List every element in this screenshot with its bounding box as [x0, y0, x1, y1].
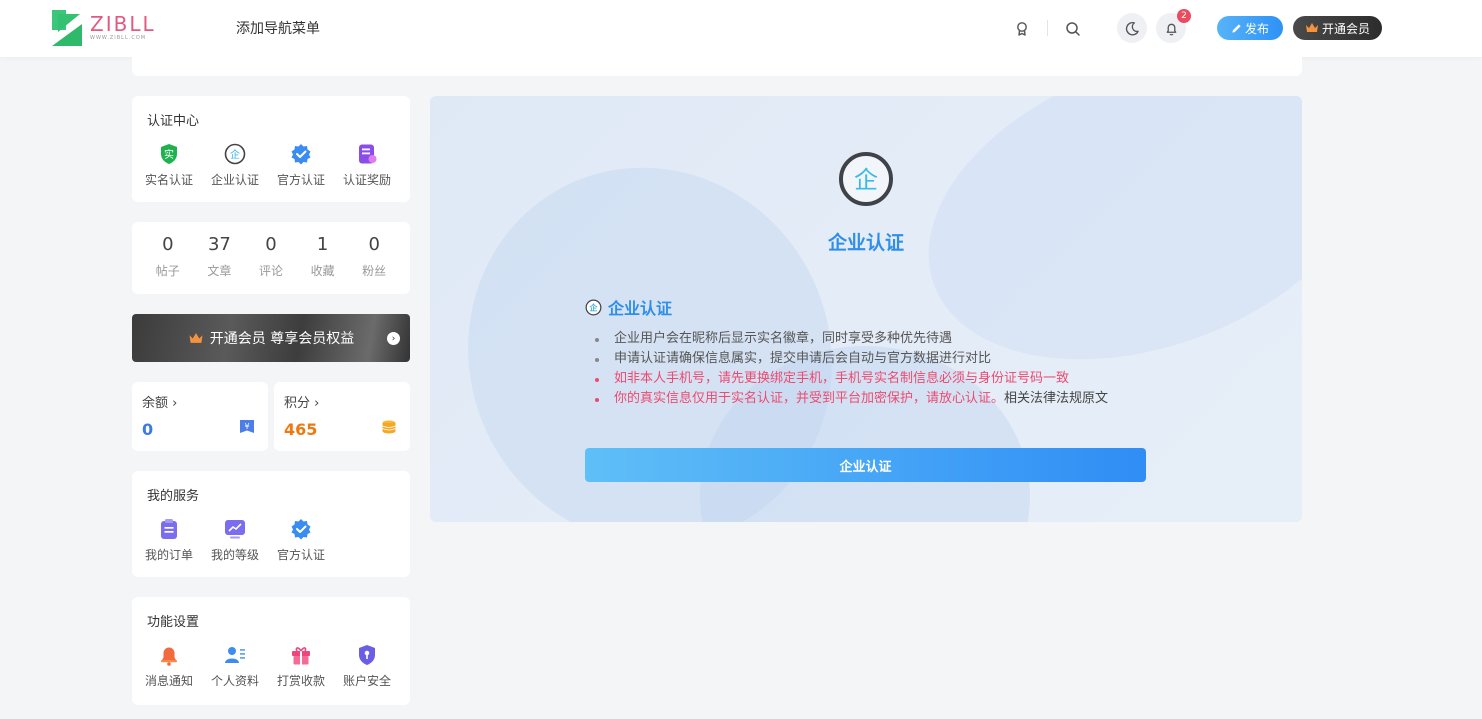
privacy-note: 你的真实信息仅用于实名认证，并受到平台加密保护，请放心认证。	[614, 391, 1005, 406]
order-icon	[158, 518, 180, 540]
svg-text:¥: ¥	[244, 422, 249, 431]
auth-notes-list: 企业用户会在昵称后显示实名徽章，同时享受多种优先待遇 申请认证请确保信息属实，提…	[593, 329, 1108, 409]
enterprise-icon: 企	[585, 299, 602, 315]
stat-articles[interactable]: 37 文章	[194, 234, 246, 279]
section-heading: 企 企业认证	[585, 295, 672, 319]
search-icon[interactable]	[1060, 16, 1086, 42]
service-item-official[interactable]: 官方认证	[268, 518, 334, 563]
top-content-strip	[132, 57, 1302, 76]
section-title: 企业认证	[608, 299, 673, 318]
auth-item-reward[interactable]: 认证奖励	[334, 143, 400, 188]
crown-icon	[1305, 23, 1318, 32]
enterprise-icon: 企	[224, 143, 246, 165]
pencil-icon	[1232, 23, 1241, 33]
points-card[interactable]: 积分 › 465	[274, 382, 410, 451]
award-icon[interactable]	[1009, 16, 1035, 42]
dark-mode-toggle[interactable]	[1117, 13, 1147, 43]
services-title: 我的服务	[147, 489, 200, 504]
gift-icon	[290, 644, 312, 666]
coins-icon	[382, 420, 396, 434]
user-stats-card: 0 帖子 37 文章 0 评论 1 收藏 0 粉丝	[132, 222, 410, 294]
enterprise-auth-submit-button[interactable]: 企业认证	[585, 448, 1146, 482]
balance-value: 0	[142, 420, 154, 439]
stat-posts[interactable]: 0 帖子	[142, 234, 194, 279]
chevron-right-icon: ›	[387, 332, 400, 345]
svg-text:企: 企	[589, 302, 598, 312]
real-name-icon: 实	[158, 143, 180, 165]
vip-promo-banner[interactable]: 开通会员 尊享会员权益 ›	[132, 314, 410, 362]
auth-item-enterprise[interactable]: 企 企业认证	[202, 143, 268, 188]
shield-icon	[356, 644, 378, 666]
setting-item-security[interactable]: 账户安全	[334, 644, 400, 689]
vip-label: 开通会员	[1321, 21, 1370, 36]
law-link[interactable]: 相关法律法规原文	[1004, 391, 1108, 406]
notification-count-badge: 2	[1177, 9, 1191, 23]
bell-icon	[1166, 23, 1176, 35]
svg-text:实: 实	[164, 148, 174, 161]
setting-item-profile[interactable]: 个人资料	[202, 644, 268, 689]
vip-banner-label: 开通会员 尊享会员权益	[209, 331, 355, 347]
note-item: 企业用户会在昵称后显示实名徽章，同时享受多种优先待遇	[593, 329, 1108, 349]
stat-favorites[interactable]: 1 收藏	[297, 234, 349, 279]
svg-text:企: 企	[230, 148, 240, 161]
site-logo[interactable]: ZIBLL WWW.ZIBLL.COM	[52, 10, 172, 46]
wallet-icon: ¥	[240, 420, 254, 433]
level-icon	[224, 518, 246, 540]
service-item-orders[interactable]: 我的订单	[136, 518, 202, 563]
profile-icon	[224, 644, 246, 666]
points-value: 465	[284, 420, 318, 439]
nav-menu-add-link[interactable]: 添加导航菜单	[236, 18, 320, 38]
official-verified-icon	[290, 518, 312, 540]
publish-label: 发布	[1244, 21, 1269, 36]
top-header: ZIBLL WWW.ZIBLL.COM 添加导航菜单 2 发布 开通会员	[0, 0, 1482, 57]
auth-center-title: 认证中心	[147, 114, 200, 129]
svg-text:企: 企	[854, 166, 878, 194]
vip-open-button[interactable]: 开通会员	[1293, 16, 1382, 40]
official-verified-icon	[290, 143, 312, 165]
points-label: 积分 ›	[284, 396, 320, 411]
balance-label: 余额 ›	[142, 396, 178, 411]
auth-item-official[interactable]: 官方认证	[268, 143, 334, 188]
logo-sub: WWW.ZIBLL.COM	[90, 35, 147, 41]
settings-title: 功能设置	[147, 615, 200, 630]
setting-item-tips[interactable]: 打赏收款	[268, 644, 334, 689]
crown-icon	[189, 332, 203, 343]
service-item-level[interactable]: 我的等级	[202, 518, 268, 563]
auth-center-card: 认证中心 实 实名认证 企 企业认证 官方认证 认证奖励	[132, 96, 410, 202]
bell-icon	[158, 644, 180, 666]
balance-card[interactable]: 余额 › 0 ¥	[132, 382, 268, 451]
enterprise-auth-panel: 企 企业认证 企 企业认证 企业用户会在昵称后显示实名徽章，同时享受多种优先待遇…	[430, 96, 1302, 522]
logo-word: ZIBLL	[90, 12, 156, 36]
enterprise-icon: 企	[839, 152, 893, 206]
header-divider	[1047, 20, 1048, 36]
logo-mark-icon	[52, 10, 82, 46]
note-item-warning: 如非本人手机号，请先更换绑定手机，手机号实名制信息必须与身份证号码一致	[593, 369, 1108, 389]
moon-icon	[1125, 21, 1139, 35]
settings-card: 功能设置 消息通知 个人资料 打赏收款 账户安全	[132, 597, 410, 705]
my-services-card: 我的服务 我的订单 我的等级 官方认证	[132, 471, 410, 577]
auth-item-real-name[interactable]: 实 实名认证	[136, 143, 202, 188]
stat-comments[interactable]: 0 评论	[245, 234, 297, 279]
publish-button[interactable]: 发布	[1217, 16, 1283, 40]
setting-item-notifications[interactable]: 消息通知	[136, 644, 202, 689]
note-item: 申请认证请确保信息属实，提交申请后会自动与官方数据进行对比	[593, 349, 1108, 369]
page-title: 企业认证	[827, 232, 904, 254]
reward-icon	[356, 143, 378, 165]
stat-followers[interactable]: 0 粉丝	[348, 234, 400, 279]
note-item-warning: 你的真实信息仅用于实名认证，并受到平台加密保护，请放心认证。相关法律法规原文	[593, 389, 1108, 409]
